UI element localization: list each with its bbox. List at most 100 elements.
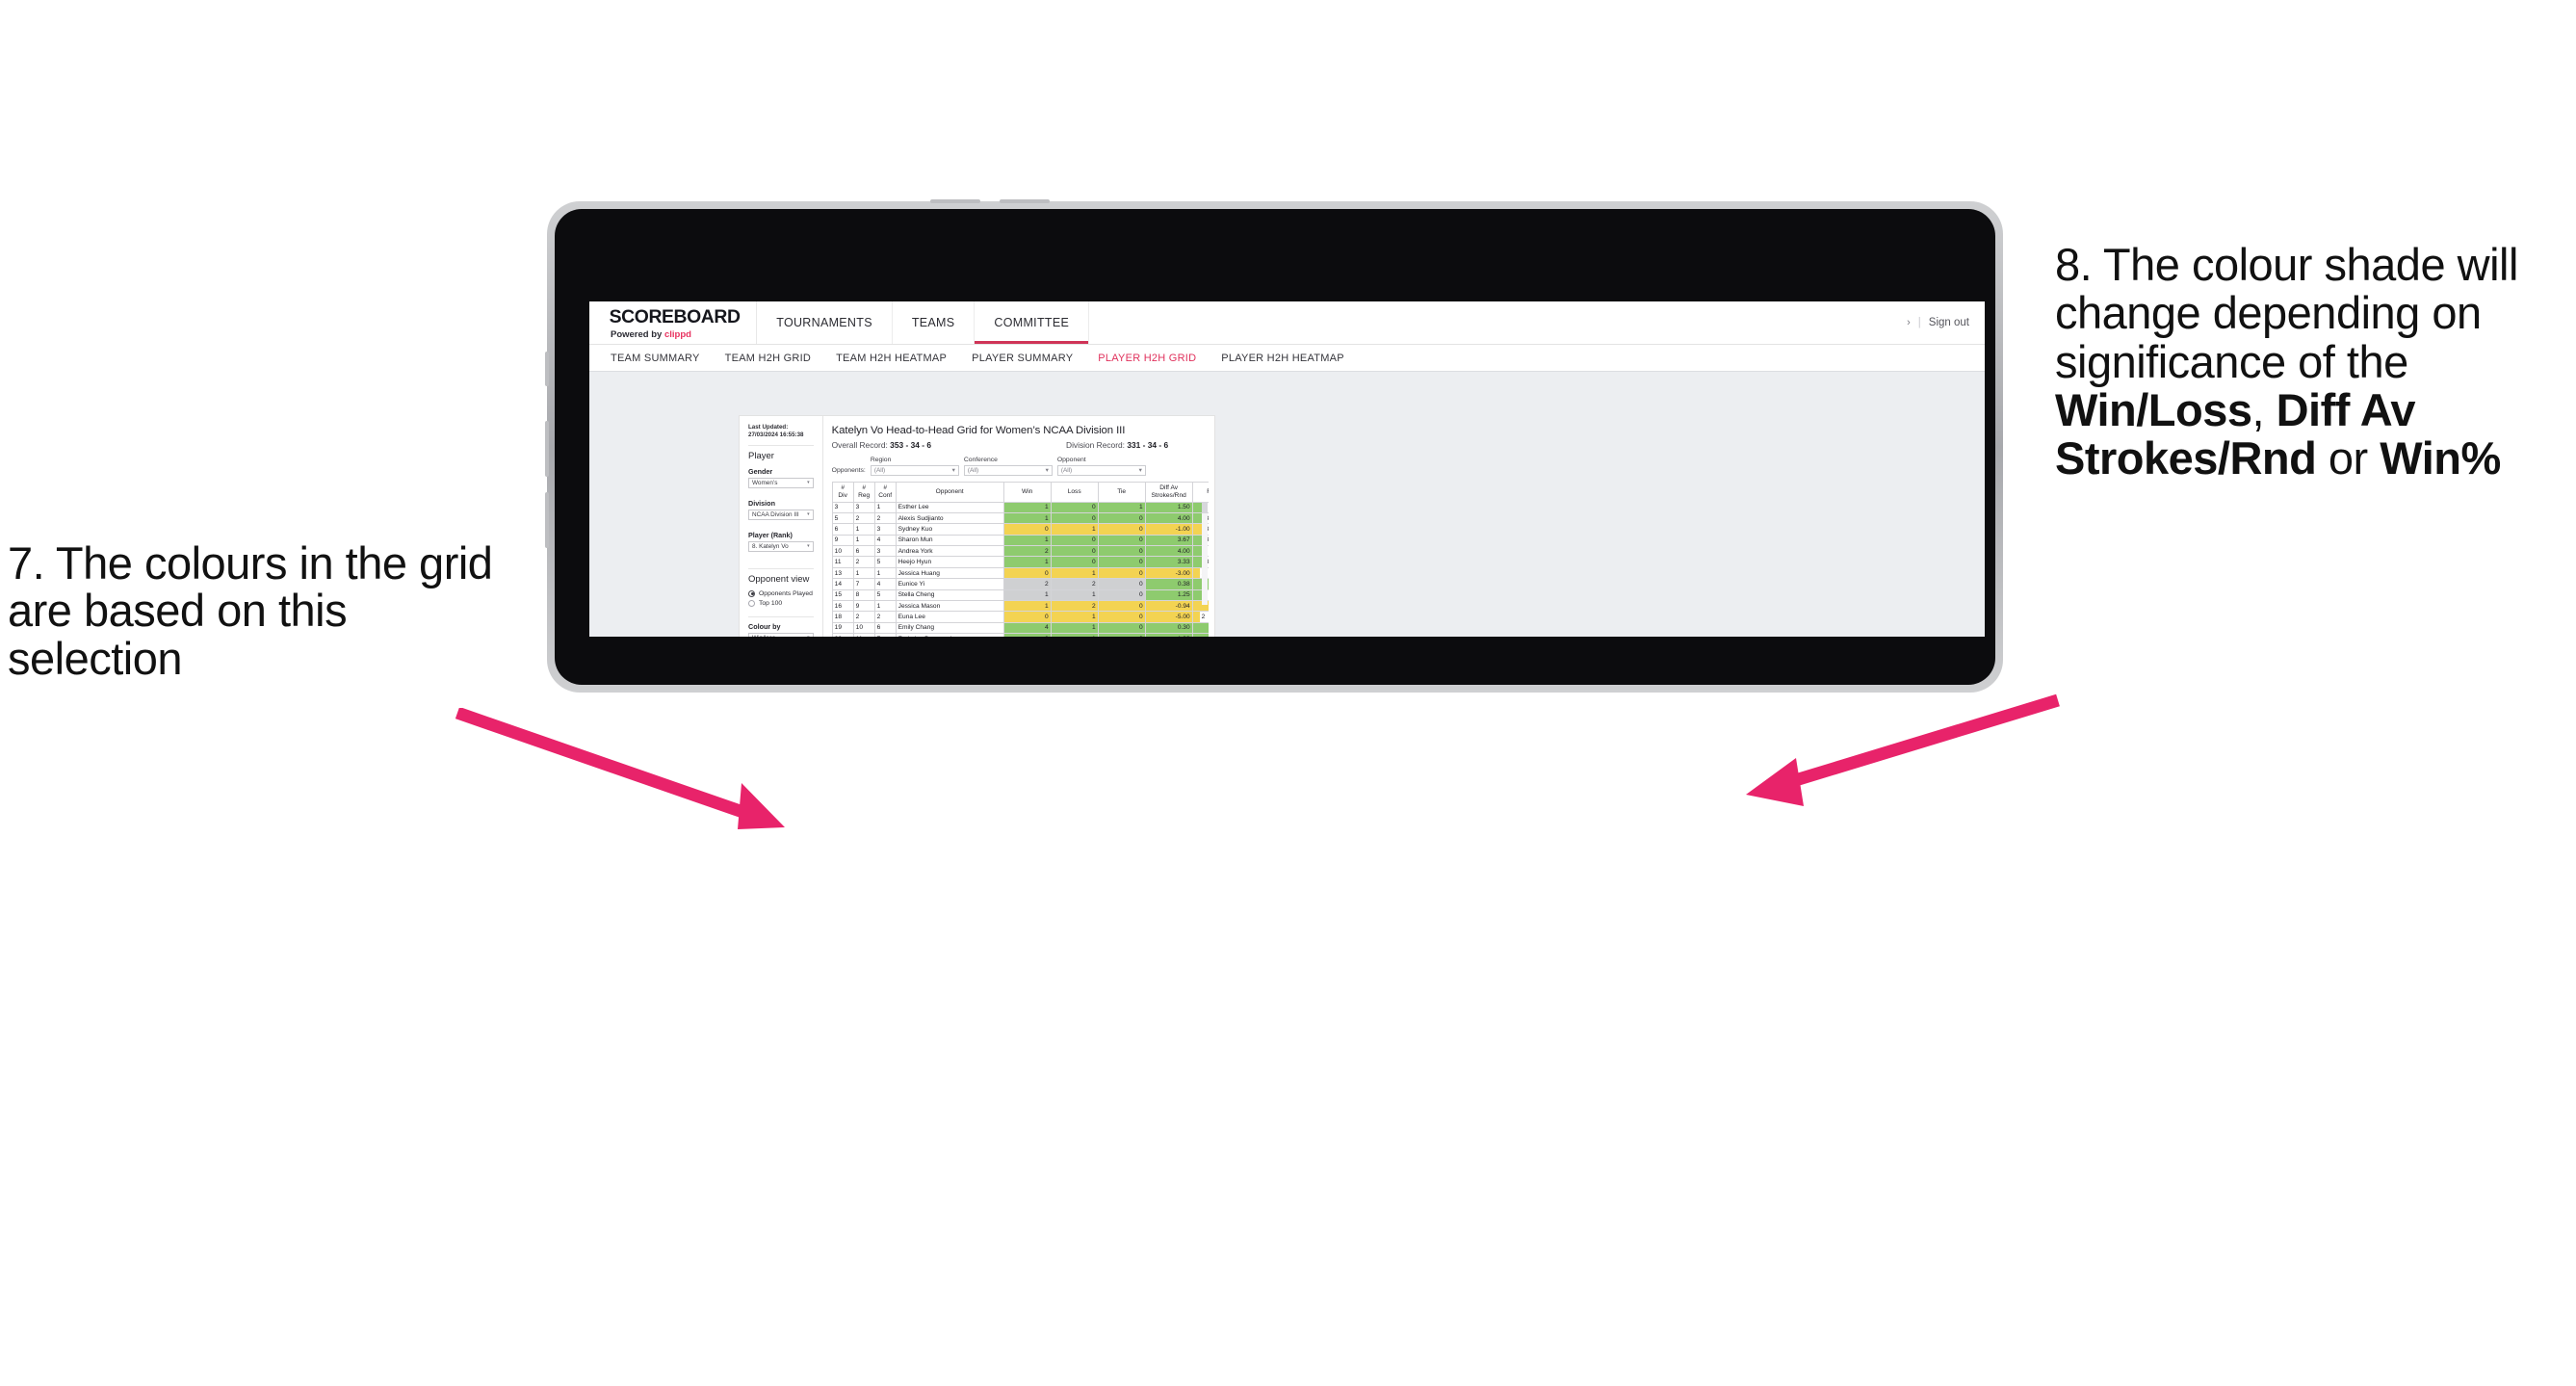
table-row[interactable]: 914Sharon Mun1003.673 <box>831 534 1209 547</box>
brand-tagline: Powered by clippd <box>611 329 739 340</box>
subnav-player-summary[interactable]: PLAYER SUMMARY <box>972 353 1073 364</box>
division-select[interactable]: NCAA Division III ▾ <box>748 509 814 520</box>
cell-conf: 5 <box>873 556 897 568</box>
filter-player-rank: Player (Rank) 8. Katelyn Vo ▾ <box>748 531 814 552</box>
cell-diff: 3.33 <box>1144 556 1193 568</box>
region-select[interactable]: (All) ▾ <box>870 464 959 476</box>
cell-win: 1 <box>1002 588 1052 602</box>
cell-reg: 1 <box>852 534 875 547</box>
h2h-grid-table: # Div # Reg # Conf Opponent Win Loss Tie Di… <box>831 481 1209 637</box>
divider <box>748 444 814 446</box>
cell-div: 15 <box>831 588 854 602</box>
player-rank-select[interactable]: 8. Katelyn Vo ▾ <box>748 540 814 552</box>
cell-opponent: Andrea York <box>895 545 1004 558</box>
cell-div: 20 <box>831 633 854 637</box>
table-row[interactable]: 20117Federica Domecq Lacroze2101.336 <box>831 633 1209 637</box>
col-conf: # Conf <box>873 481 897 503</box>
cell-reg: 2 <box>852 511 875 525</box>
table-row[interactable]: 18 2 2 Euna Lee 0 1 0 -5.00 2 <box>831 611 1209 623</box>
table-row[interactable]: 1125Heejo Hyun1003.333 <box>831 556 1209 568</box>
conference-select[interactable]: (All) ▾ <box>963 464 1053 476</box>
screenshot-root: 7. The colours in the grid are based on … <box>0 0 2576 1386</box>
cell-loss: 1 <box>1050 566 1099 580</box>
cell-win: 0 <box>1002 611 1052 623</box>
subnav-player-h2h-grid[interactable]: PLAYER H2H GRID <box>1098 353 1196 364</box>
cell-div: 11 <box>831 556 854 568</box>
opponent-select-value: (All) <box>1060 466 1073 474</box>
divider: | <box>1917 317 1921 328</box>
cell-loss: 1 <box>1050 621 1099 635</box>
cell-rounds: 2 <box>1191 611 1209 623</box>
topnav-committee[interactable]: COMMITTEE <box>975 301 1090 344</box>
cell-reg: 1 <box>852 566 875 580</box>
colour-by-select-value: Win/loss <box>752 635 775 638</box>
cell-loss: 2 <box>1050 599 1099 613</box>
gender-select[interactable]: Women’s ▾ <box>748 477 814 488</box>
chevron-down-icon: ▾ <box>951 467 955 474</box>
filter-opponent: Opponent (All) ▾ <box>1056 457 1146 476</box>
cell-tie: 1 <box>1097 501 1146 513</box>
topnav-teams[interactable]: TEAMS <box>893 301 976 344</box>
cell-tie: 0 <box>1097 534 1146 547</box>
cell-loss: 1 <box>1050 611 1099 623</box>
brand-logo[interactable]: SCOREBOARD Powered by clippd <box>589 301 758 344</box>
annotation-8-text: 8. The colour shade will change dependin… <box>2055 240 2570 484</box>
col-div: # Div <box>831 481 854 503</box>
cell-opponent: Jessica Huang <box>895 566 1004 580</box>
cell-reg: 2 <box>852 611 875 623</box>
table-header-row: # Div # Reg # Conf Opponent Win Loss Tie Di… <box>831 481 1209 503</box>
division-record: Division Record: 331 - 34 - 6 <box>1066 440 1168 450</box>
cell-win: 2 <box>1002 578 1052 590</box>
filter-region: Region (All) ▾ <box>870 457 959 476</box>
opponent-select[interactable]: (All) ▾ <box>1056 464 1146 476</box>
table-row[interactable]: 331Esther Lee1011.504 <box>831 501 1209 513</box>
topnav-tournaments[interactable]: TOURNAMENTS <box>757 301 893 344</box>
radio-opponents-played[interactable]: Opponents Played <box>748 589 814 597</box>
cell-tie: 0 <box>1097 611 1146 623</box>
radio-top-100[interactable]: Top 100 <box>748 599 814 607</box>
scrollbar-thumb[interactable] <box>1202 501 1208 513</box>
table-row[interactable]: 1691Jessica Mason120-0.947 <box>831 599 1209 613</box>
table-vertical-scrollbar[interactable] <box>1202 501 1208 605</box>
cell-div: 5 <box>831 511 854 525</box>
cell-tie: 0 <box>1097 566 1146 580</box>
filter-region-caption: Region <box>870 457 892 463</box>
chevron-right-icon[interactable]: › <box>1907 317 1911 328</box>
cell-opponent: Stella Cheng <box>895 588 1004 602</box>
overall-record-value: 353 - 34 - 6 <box>890 440 932 450</box>
annotation-8-sep2: or <box>2316 432 2381 484</box>
h2h-grid-body: 331Esther Lee1011.504522Alexis Sudjianto… <box>831 501 1209 637</box>
table-row[interactable]: 613Sydney Kuo010-1.003 <box>831 523 1209 536</box>
chevron-down-icon: ▾ <box>807 635 810 637</box>
subnav-player-h2h-heatmap[interactable]: PLAYER H2H HEATMAP <box>1221 353 1344 364</box>
subnav-team-h2h-grid[interactable]: TEAM H2H GRID <box>725 353 811 364</box>
table-row[interactable]: 522Alexis Sudjianto1004.003 <box>831 511 1209 525</box>
cell-diff: 4.00 <box>1144 545 1193 558</box>
table-row[interactable]: 1474Eunice Yi2200.389 <box>831 578 1209 590</box>
table-row[interactable]: 1585Stella Cheng1101.254 <box>831 588 1209 602</box>
radio-unselected-icon <box>748 599 755 607</box>
cell-reg: 6 <box>852 545 875 558</box>
cell-conf: 3 <box>873 523 897 536</box>
cell-reg: 1 <box>852 523 875 536</box>
subnav-team-summary[interactable]: TEAM SUMMARY <box>611 353 700 364</box>
cell-opponent: Alexis Sudjianto <box>895 511 1004 525</box>
sign-out-link[interactable]: Sign out <box>1929 317 1969 328</box>
cell-diff: 4.00 <box>1144 511 1193 525</box>
table-row[interactable]: 19106Emily Chang4100.3011 <box>831 621 1209 635</box>
grid-title: Katelyn Vo Head-to-Head Grid for Women’s… <box>831 425 1126 436</box>
subnav-team-h2h-heatmap[interactable]: TEAM H2H HEATMAP <box>836 353 947 364</box>
table-row[interactable]: 1311Jessica Huang010-3.002 <box>831 566 1209 580</box>
filter-colour-by-label: Colour by <box>748 621 781 631</box>
last-updated-label: Last Updated: 27/03/2024 16:55:38 <box>748 424 804 438</box>
cell-conf: 6 <box>873 621 897 635</box>
divider <box>748 615 814 617</box>
table-row[interactable]: 1063Andrea York2004.004 <box>831 545 1209 558</box>
chevron-down-icon: ▾ <box>1045 467 1049 474</box>
filter-division-label: Division <box>748 498 775 508</box>
cell-win: 2 <box>1002 545 1052 558</box>
visualization-body: Last Updated: 27/03/2024 16:55:38 Player… <box>740 416 1214 637</box>
colour-by-select[interactable]: Win/loss ▾ <box>748 632 814 638</box>
cell-diff: -1.00 <box>1144 523 1193 536</box>
cell-tie: 0 <box>1097 599 1146 613</box>
